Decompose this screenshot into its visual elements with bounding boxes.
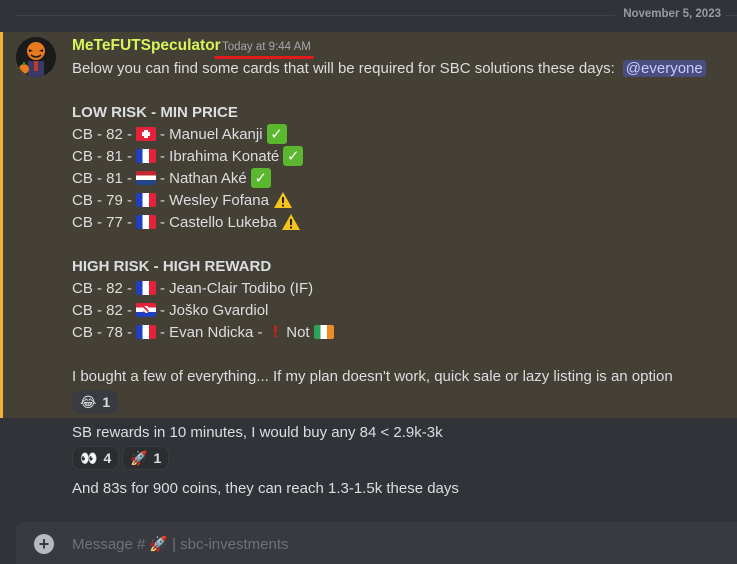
card-prefix: CB - 82 - (72, 301, 133, 319)
player-name: - Castello Lukeba (160, 213, 277, 231)
croatia-flag-icon (136, 303, 157, 317)
check-mark-icon: ✓ (250, 168, 271, 188)
warning-icon (281, 213, 301, 231)
warning-icon (273, 191, 293, 209)
france-flag-icon (136, 325, 157, 339)
player-name: - Jean-Clair Todibo (IF) (160, 279, 314, 297)
check-mark-icon: ✓ (266, 124, 287, 144)
check-mark-icon: ✓ (283, 146, 304, 166)
list-item: CB - 82 - - Jean-Clair Todibo (IF) (72, 278, 313, 298)
message-composer[interactable]: + Message # 🚀 | sbc-investments (16, 522, 737, 564)
intro-line: Below you can find some cards that will … (72, 58, 706, 78)
list-item: CB - 79 - - Wesley Fofana (72, 190, 293, 210)
list-item: CB - 82 - - Manuel Akanji ✓ (72, 124, 287, 144)
card-prefix: CB - 82 - (72, 125, 133, 143)
author-name[interactable]: MeTeFUTSpeculator (72, 37, 221, 55)
followup-message-2: And 83s for 900 coins, they can reach 1.… (72, 479, 459, 497)
high-risk-heading: HIGH RISK - HIGH REWARD (72, 257, 272, 275)
everyone-mention[interactable]: @everyone (622, 59, 706, 77)
card-prefix: CB - 79 - (72, 191, 133, 209)
reaction-count: 1 (153, 450, 162, 466)
exclamation-icon: ! (272, 322, 279, 341)
ireland-flag-icon (313, 325, 334, 339)
list-item: CB - 77 - - Castello Lukeba (72, 212, 301, 232)
card-prefix: CB - 81 - (72, 169, 133, 187)
france-flag-icon (136, 193, 157, 207)
placeholder-prefix: Message # (72, 535, 146, 553)
reaction-joy[interactable]: 😂 1 (72, 390, 119, 414)
france-flag-icon (136, 149, 157, 163)
list-item: CB - 82 - - Joško Gvardiol (72, 300, 268, 320)
list-item: CB - 81 - - Ibrahima Konaté ✓ (72, 146, 304, 166)
eyes-emoji-icon: 👀 (80, 449, 98, 466)
channel-name: | sbc-investments (172, 535, 289, 553)
netherlands-flag-icon (136, 171, 157, 185)
player-name: - Evan Ndicka - (160, 323, 263, 341)
player-name: - Joško Gvardiol (160, 301, 269, 319)
intro-text: Below you can find some cards that will … (72, 59, 615, 77)
card-prefix: CB - 82 - (72, 279, 133, 297)
reaction-rocket[interactable]: 🚀 1 (122, 446, 170, 470)
rocket-emoji-icon: 🚀 (130, 449, 148, 466)
list-item: CB - 78 - - Evan Ndicka - ! Not (72, 322, 338, 342)
date-divider: November 5, 2023 (16, 8, 737, 22)
joy-emoji-icon: 😂 (80, 393, 97, 410)
message-input-placeholder[interactable]: Message # 🚀 | sbc-investments (72, 535, 289, 554)
france-flag-icon (136, 281, 157, 295)
pumpkin-avatar-icon (16, 37, 56, 77)
avatar[interactable] (16, 37, 56, 77)
player-name: - Nathan Aké (160, 169, 247, 187)
player-name: - Manuel Akanji (160, 125, 263, 143)
france-flag-icon (136, 215, 157, 229)
reaction-count: 4 (103, 450, 112, 466)
card-prefix: CB - 78 - (72, 323, 133, 341)
player-name: - Ibrahima Konaté (160, 147, 280, 165)
player-name: - Wesley Fofana (160, 191, 269, 209)
card-prefix: CB - 77 - (72, 213, 133, 231)
low-risk-heading: LOW RISK - MIN PRICE (72, 103, 238, 121)
closing-line: I bought a few of everything... If my pl… (72, 367, 673, 385)
switzerland-flag-icon (136, 127, 157, 141)
reaction-count: 1 (102, 394, 111, 410)
card-prefix: CB - 81 - (72, 147, 133, 165)
reaction-eyes[interactable]: 👀 4 (72, 446, 120, 470)
add-attachment-button[interactable]: + (34, 534, 54, 554)
not-label: Not (286, 323, 310, 341)
date-divider-label: November 5, 2023 (615, 8, 725, 20)
message-timestamp[interactable]: Today at 9:44 AM (222, 41, 311, 53)
rocket-icon: 🚀 (149, 536, 169, 553)
followup-message-1: SB rewards in 10 minutes, I would buy an… (72, 423, 443, 441)
list-item: CB - 81 - - Nathan Aké ✓ (72, 168, 271, 188)
